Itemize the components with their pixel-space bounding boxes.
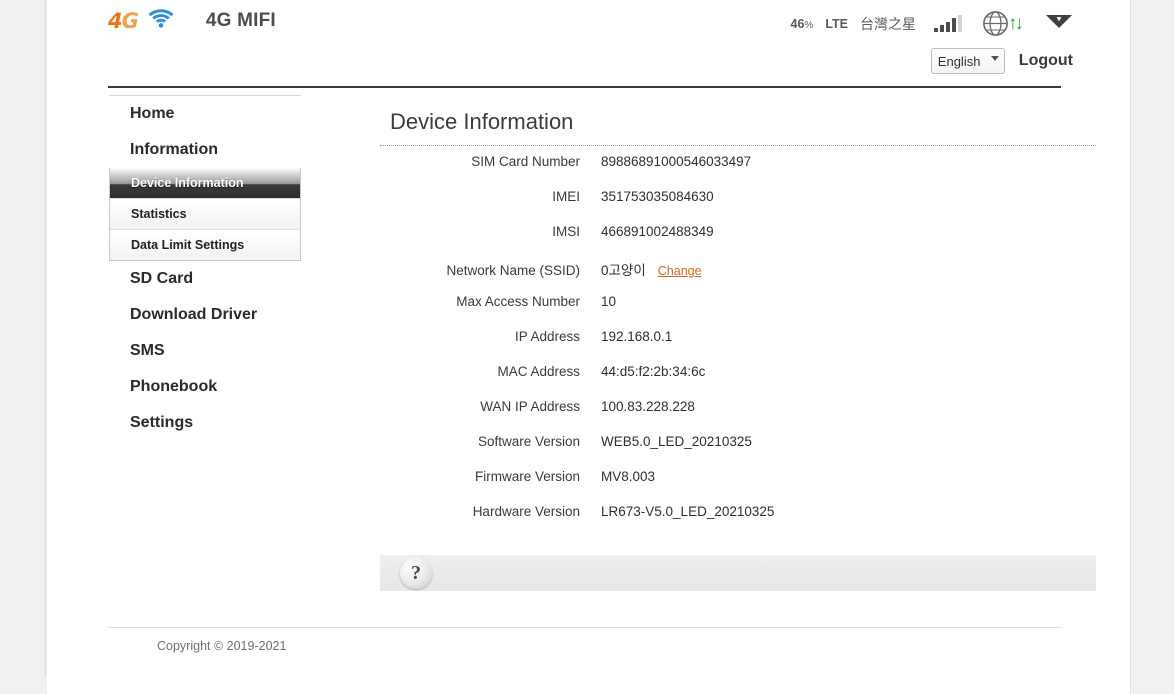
sidebar-item-phonebook[interactable]: Phonebook: [109, 369, 301, 405]
wifi-signal-icon: [1045, 12, 1073, 35]
info-row: MAC Address 44:d5:f2:2b:34:6c: [380, 364, 1096, 399]
globe-icon: ↑↓: [982, 10, 1024, 37]
info-label: SIM Card Number: [471, 154, 580, 169]
info-value: 100.83.228.228: [601, 399, 695, 414]
info-value: 466891002488349: [601, 224, 714, 239]
data-transfer-arrows-icon: ↑↓: [1008, 13, 1024, 34]
header-divider: [108, 86, 1061, 88]
sidebar-item-statistics[interactable]: Statistics: [110, 198, 300, 229]
info-label: IMSI: [552, 224, 580, 239]
language-select-wrapper: English: [930, 48, 1005, 74]
info-label: WAN IP Address: [480, 399, 580, 414]
ssid-value: 0고양이: [601, 263, 646, 278]
info-label: Hardware Version: [472, 504, 580, 519]
info-value: WEB5.0_LED_20210325: [601, 434, 752, 449]
info-label: Software Version: [477, 434, 580, 449]
info-value: 10: [601, 294, 617, 309]
sidebar-item-home[interactable]: Home: [109, 96, 301, 132]
sidebar-item-device-information[interactable]: Device Information: [110, 168, 300, 198]
info-label: Network Name (SSID): [446, 263, 580, 278]
sidebar-nav: Home Information Device Information Stat…: [109, 95, 301, 441]
info-label: IMEI: [552, 189, 580, 204]
header-controls: English Logout: [930, 48, 1073, 74]
question-mark-icon[interactable]: ?: [400, 557, 432, 589]
info-row: Network Name (SSID) 0고양이 Change: [380, 259, 1096, 294]
sidebar-subgroup-information: Device Information Statistics Data Limit…: [109, 168, 301, 261]
info-label: Max Access Number: [456, 294, 580, 309]
info-label: IP Address: [514, 329, 580, 344]
page-brand-title: 4G MIFI: [205, 9, 276, 31]
change-ssid-link[interactable]: Change: [658, 264, 702, 278]
info-row: IMSI 466891002488349: [380, 224, 1096, 259]
info-value: 89886891000546033497: [601, 154, 752, 169]
sidebar-item-information[interactable]: Information: [109, 132, 301, 168]
copyright-text: Copyright © 2019-2021: [157, 639, 287, 653]
help-bar: ?: [380, 555, 1096, 591]
info-value: MV8.003: [601, 469, 656, 484]
info-value: 44:d5:f2:2b:34:6c: [601, 364, 706, 379]
info-row: Firmware Version MV8.003: [380, 469, 1096, 504]
sidebar-item-sms[interactable]: SMS: [109, 333, 301, 369]
carrier-name-label: 台灣之星: [860, 15, 916, 32]
brand-logo: 4G 4G MIFI: [108, 8, 276, 33]
battery-percent: 46%: [790, 16, 814, 31]
page-title: Device Information: [390, 109, 574, 134]
sidebar-item-settings[interactable]: Settings: [109, 405, 301, 441]
info-value: 351753035084630: [601, 189, 714, 204]
info-row: IMEI 351753035084630: [380, 189, 1096, 224]
info-label: Firmware Version: [474, 469, 580, 484]
signal-bars-icon: [934, 15, 962, 32]
page-header: 4G 4G MIFI 46% LTE 台灣之星 ↑↓ English Logou…: [108, 0, 1073, 86]
wifi-icon: [148, 8, 174, 33]
language-select[interactable]: English: [930, 48, 1005, 74]
info-row: Software Version WEB5.0_LED_20210325: [380, 434, 1096, 469]
network-type-label: LTE: [825, 16, 848, 31]
logo-4g-text: 4G: [108, 8, 139, 33]
info-row: WAN IP Address 100.83.228.228: [380, 399, 1096, 434]
logout-button[interactable]: Logout: [1019, 52, 1073, 70]
info-value: LR673-V5.0_LED_20210325: [601, 504, 775, 519]
browser-viewport: 4G 4G MIFI 46% LTE 台灣之星 ↑↓ English Logou…: [0, 0, 1174, 694]
page-gutter-right: [1132, 0, 1174, 694]
info-label: MAC Address: [497, 364, 580, 379]
page-gutter-left: [0, 0, 46, 676]
info-value: 0고양이 Change: [601, 259, 702, 279]
info-row: Max Access Number 10: [380, 294, 1096, 329]
status-bar: 46% LTE 台灣之星 ↑↓: [791, 10, 1074, 37]
info-row: Hardware Version LR673-V5.0_LED_20210325: [380, 504, 1096, 539]
title-divider: [380, 145, 1096, 146]
sidebar-item-download-driver[interactable]: Download Driver: [109, 297, 301, 333]
info-row: SIM Card Number 89886891000546033497: [380, 154, 1096, 189]
sidebar-item-sd-card[interactable]: SD Card: [109, 261, 301, 297]
sidebar-item-data-limit-settings[interactable]: Data Limit Settings: [110, 229, 300, 260]
info-value: 192.168.0.1: [601, 329, 673, 344]
page-body: 4G 4G MIFI 46% LTE 台灣之星 ↑↓ English Logou…: [47, 0, 1131, 694]
info-row: IP Address 192.168.0.1: [380, 329, 1096, 364]
main-content: Device Information SIM Card Number 89886…: [380, 105, 1096, 591]
footer-divider: [108, 627, 1061, 628]
